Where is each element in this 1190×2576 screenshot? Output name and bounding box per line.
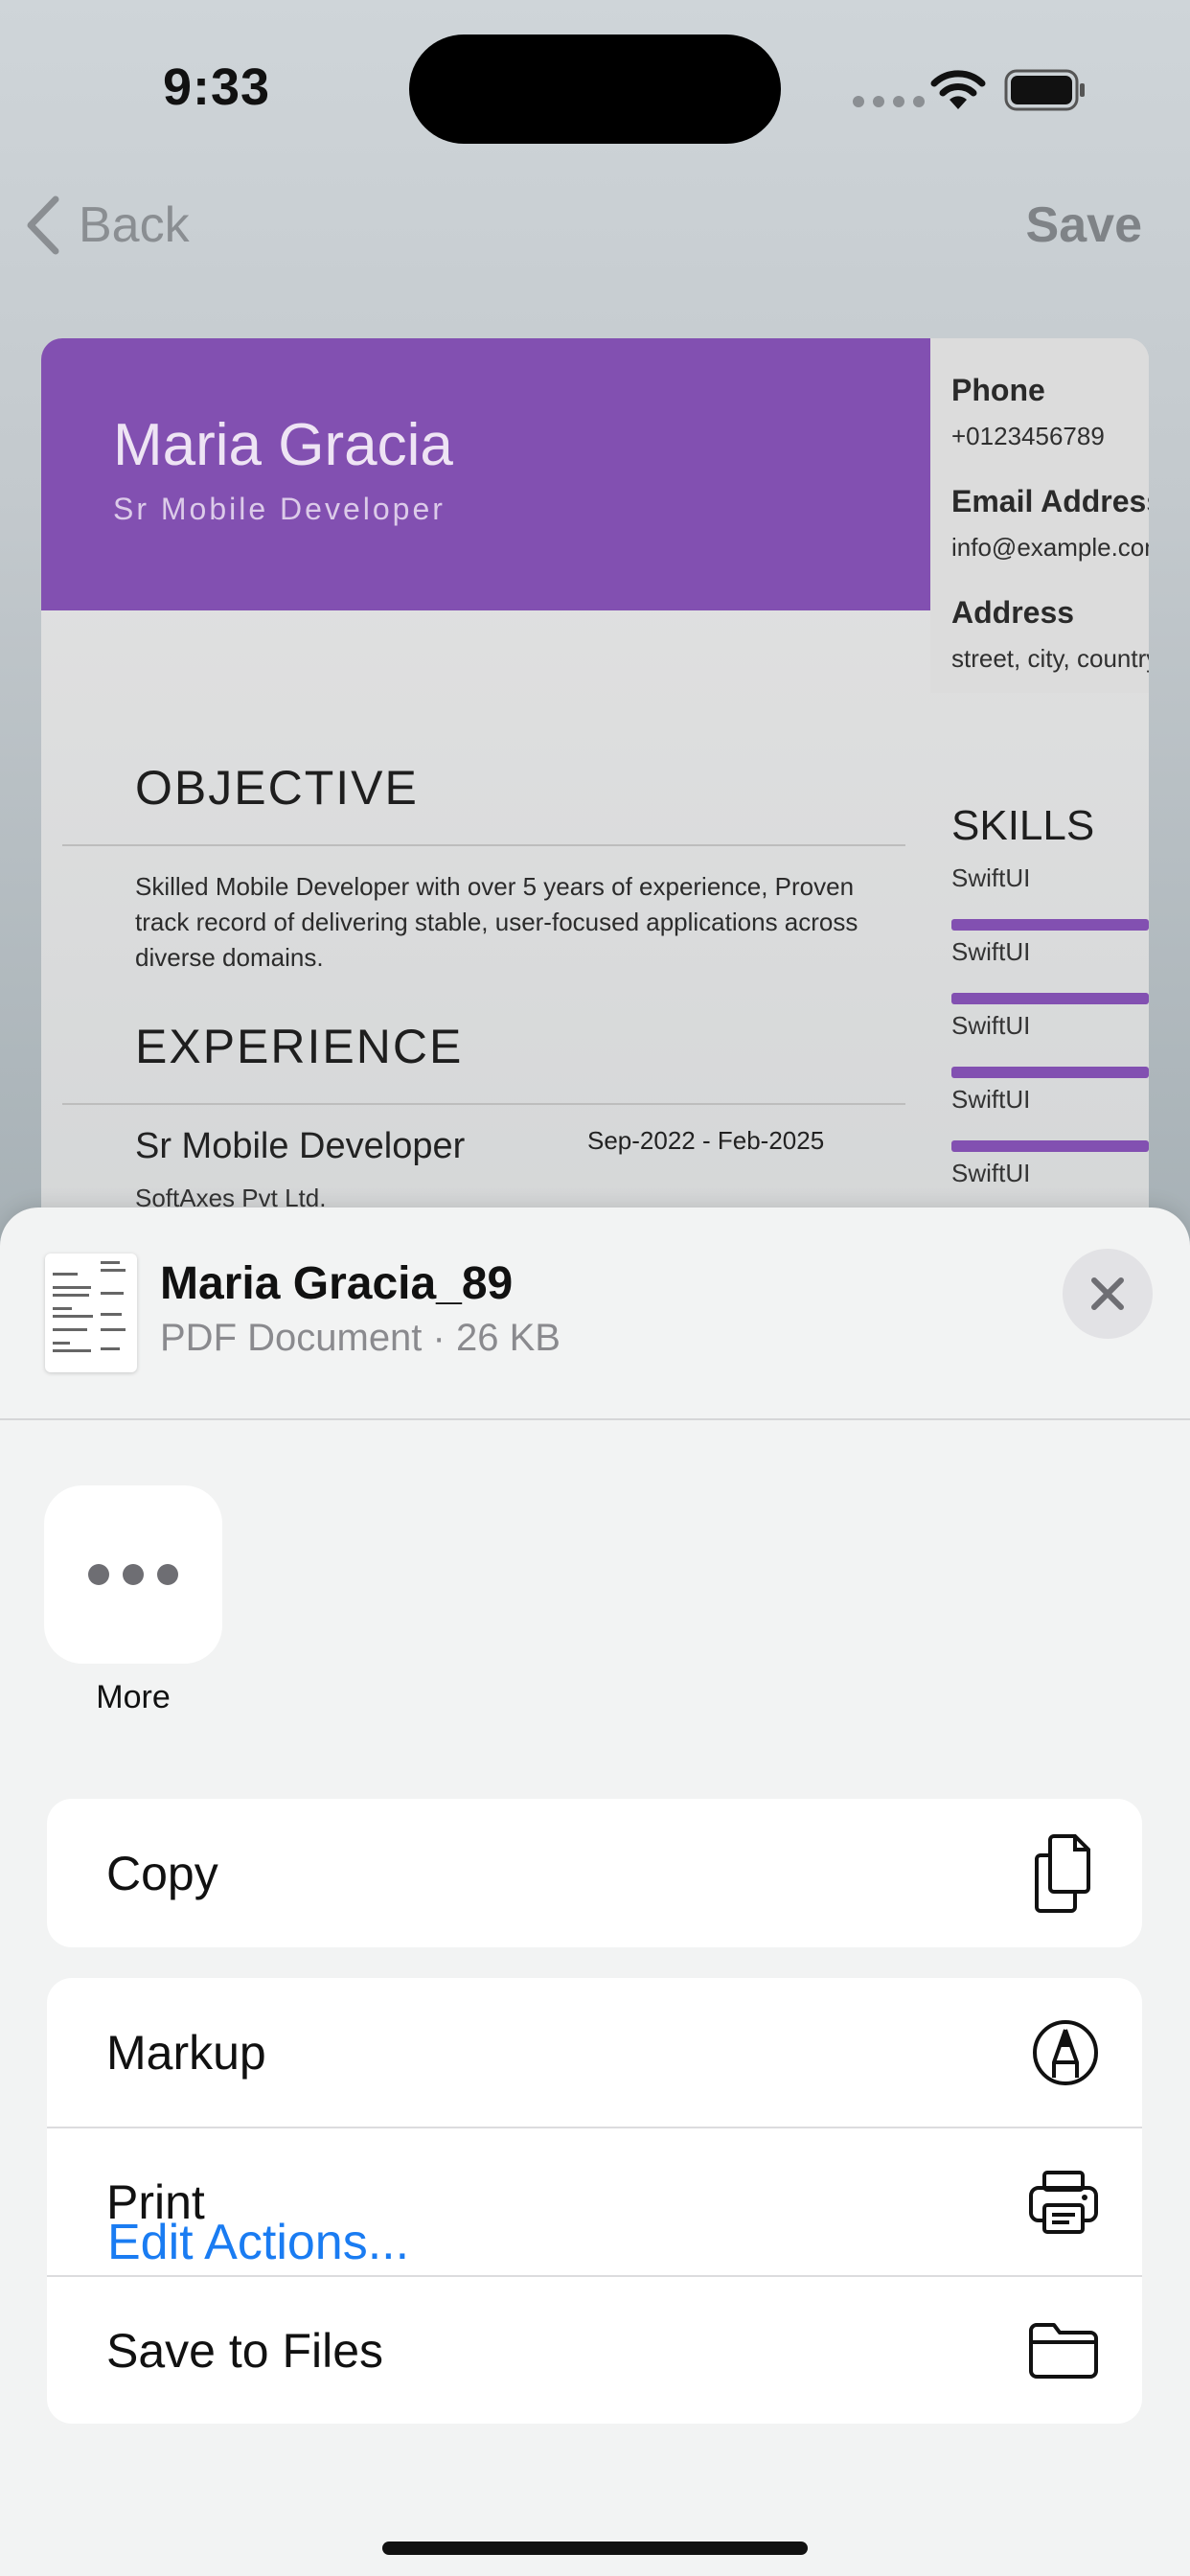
contact-label-address: Address [951,595,1075,630]
copy-icon [1035,1833,1090,1913]
contact-label-phone: Phone [951,373,1045,407]
objective-divider [62,844,905,846]
skill-bar [951,1140,1149,1152]
skill-label: SwiftUI [951,937,1031,966]
share-sheet-header: Maria Gracia_89 PDF Document · 26 KB [0,1208,1190,1420]
save-to-files-label: Save to Files [106,2323,384,2378]
copy-action[interactable]: Copy [47,1799,1142,1947]
skill-label: SwiftUI [951,1011,1031,1040]
skill-label: SwiftUI [951,863,1031,892]
resume-header: Maria Gracia Sr Mobile Developer [41,338,930,610]
job-title: Sr Mobile Developer [135,1126,466,1166]
contact-panel: Phone +0123456789 Email Address info@exa… [930,338,1149,693]
more-button[interactable] [44,1485,222,1664]
action-group-main: Markup Print Save to Files [47,1978,1142,2424]
markup-action[interactable]: Markup [47,1978,1142,2127]
home-indicator [382,2542,808,2555]
document-meta: PDF Document · 26 KB [160,1317,561,1359]
skill-label: SwiftUI [951,1085,1031,1114]
experience-title: EXPERIENCE [135,1020,464,1073]
job-dates: Sep-2022 - Feb-2025 [587,1126,825,1155]
resume-name: Maria Gracia [113,412,453,478]
skill-bar [951,993,1149,1004]
copy-label: Copy [106,1846,218,1900]
skills-title: SKILLS [951,802,1095,849]
status-bar: 9:33 [0,0,1190,153]
back-label: Back [79,197,190,253]
document-name: Maria Gracia_89 [160,1258,514,1309]
resume-app-background: 9:33 Back Save Maria Gracia Sr Mobile De… [0,0,1190,1297]
save-to-files-action[interactable]: Save to Files [47,2275,1142,2424]
close-button[interactable] [1063,1249,1153,1339]
resume-preview: Maria Gracia Sr Mobile Developer Phone +… [41,338,1149,1297]
skill-bar [951,1067,1149,1078]
share-sheet: Maria Gracia_89 PDF Document · 26 KB Mor… [0,1208,1190,2576]
contact-label-email: Email Address [951,484,1149,518]
close-icon [1091,1277,1124,1310]
save-button[interactable]: Save [1026,196,1142,254]
skill-bar [951,919,1149,931]
printer-icon [1029,2170,1098,2234]
back-button[interactable]: Back [23,192,190,259]
folder-icon [1029,2322,1098,2379]
skill-label: SwiftUI [951,1159,1031,1187]
chevron-left-icon [27,196,59,255]
document-thumbnail [45,1254,137,1372]
ellipsis-icon [88,1564,109,1585]
status-time: 9:33 [163,58,271,116]
dynamic-island [409,34,781,144]
objective-text: Skilled Mobile Developer with over 5 yea… [135,872,858,972]
cellular-signal-icon [853,96,925,107]
edit-actions-link[interactable]: Edit Actions... [107,2214,409,2271]
markup-icon [1033,2019,1098,2085]
contact-value-email: info@example.com [951,533,1149,562]
contact-value-address: street, city, country [951,644,1149,673]
resume-role: Sr Mobile Developer [113,492,446,526]
markup-label: Markup [106,2025,266,2080]
wifi-icon [930,70,986,109]
experience-divider [62,1103,905,1105]
battery-icon [1004,69,1085,111]
more-label: More [96,1679,171,1715]
objective-title: OBJECTIVE [135,761,419,815]
action-group-copy: Copy [47,1799,1142,1947]
contact-value-phone: +0123456789 [951,422,1105,450]
